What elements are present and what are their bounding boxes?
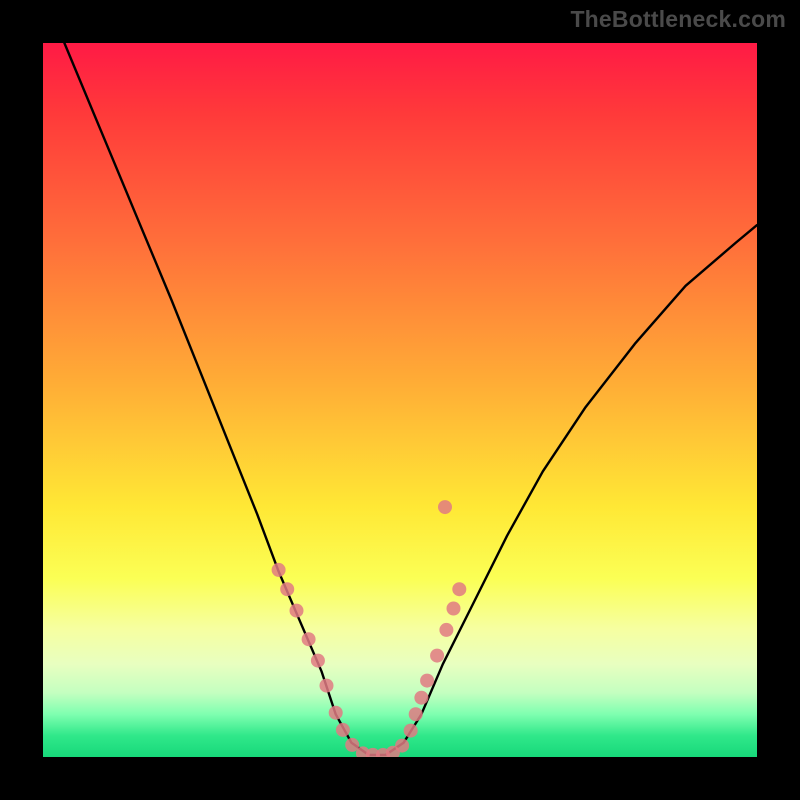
highlight-point (329, 706, 343, 720)
highlight-point (395, 739, 409, 753)
highlight-point (320, 679, 334, 693)
chart-svg (43, 43, 757, 757)
highlight-point (409, 707, 423, 721)
highlight-point (280, 582, 294, 596)
highlight-point (420, 674, 434, 688)
highlight-point (404, 724, 418, 738)
highlight-point (452, 582, 466, 596)
highlight-point (311, 654, 325, 668)
highlight-point (272, 563, 286, 577)
plot-area (43, 43, 757, 757)
highlight-point (447, 602, 461, 616)
watermark-text: TheBottleneck.com (570, 6, 786, 33)
highlight-point (439, 623, 453, 637)
bottleneck-curve (64, 43, 757, 755)
chart-frame: TheBottleneck.com (0, 0, 800, 800)
highlight-point-group (272, 500, 467, 757)
highlight-point (414, 691, 428, 705)
highlight-point (430, 649, 444, 663)
highlight-point (290, 604, 304, 618)
highlight-point (438, 500, 452, 514)
highlight-point (336, 723, 350, 737)
highlight-point (302, 632, 316, 646)
